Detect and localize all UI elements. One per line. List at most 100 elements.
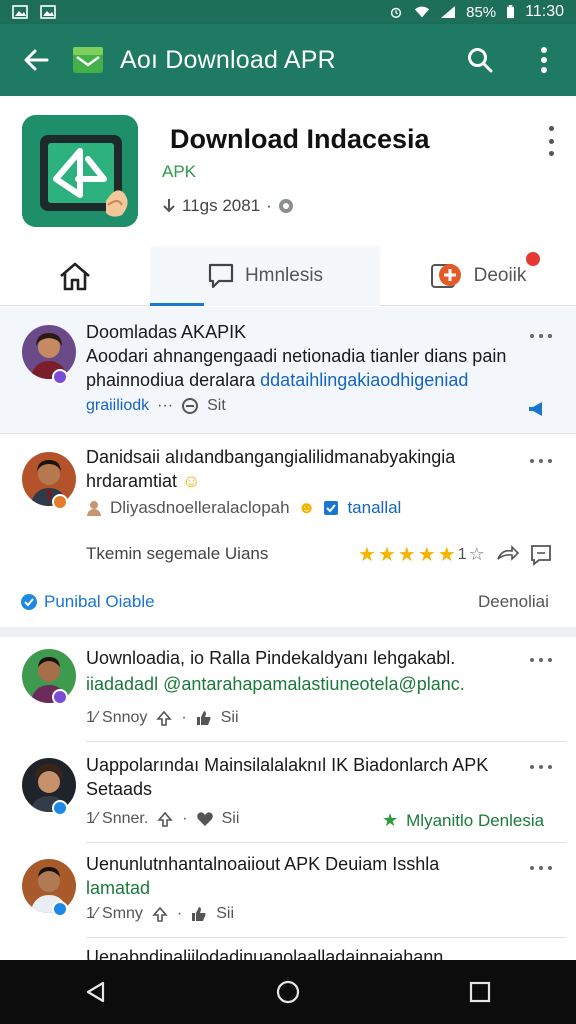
avatar[interactable]	[22, 325, 76, 379]
app-meta-text: 11gs 2081	[182, 196, 261, 215]
post-body: Aoodari ahnangengaadi netionadia tianler…	[86, 346, 507, 366]
back-button[interactable]	[0, 24, 72, 96]
tab-active-indicator	[150, 303, 204, 306]
action-label[interactable]: Sii	[221, 709, 239, 727]
post-title: Uappolarındaı Mainsilalalaknıl IK Biadon…	[86, 755, 489, 775]
author-name[interactable]: 1⁄ Snnoy	[86, 709, 147, 727]
tab-download[interactable]: Deoiik	[380, 246, 576, 306]
post-title-continued: lamatad	[86, 878, 151, 898]
post-tag-label: Mlyanitlo Denlesia	[406, 810, 545, 830]
post-options-button[interactable]	[530, 865, 552, 871]
share-arrow-icon[interactable]	[496, 545, 520, 563]
circle-home-icon	[276, 980, 300, 1004]
post-title: Doomladas AKAPIK	[86, 322, 247, 342]
app-header: Download Indacesia APK 11gs 2081 ·	[0, 96, 576, 246]
post-actions: 1⁄ Snner. · Sii	[86, 810, 239, 828]
thumbs-up-icon[interactable]	[195, 709, 213, 727]
post-meta: graiiliodk ··· Sit	[86, 397, 226, 415]
post-title-line2: hrdaramtiat ☺	[86, 470, 516, 493]
post-body: Dliyasdnoelleralaclopah	[110, 498, 290, 517]
star-filled-icon: ★	[377, 544, 396, 566]
star-filled-icon: ★	[397, 544, 416, 566]
post-link-tail[interactable]: graiiliodk	[86, 397, 149, 415]
verified-badge-icon	[52, 901, 68, 917]
system-navigation-bar	[0, 960, 576, 1024]
section-separator	[0, 627, 576, 637]
app-options-button[interactable]	[546, 126, 556, 156]
author-name[interactable]: 1⁄ Snner.	[86, 810, 148, 828]
alarm-icon	[391, 7, 402, 18]
app-meta: 11gs 2081 ·	[162, 196, 294, 216]
post-title: Uownloadia, io Ralla Pindekaldyanı lehga…	[86, 648, 456, 668]
nav-home-button[interactable]	[256, 960, 320, 1024]
search-button[interactable]	[448, 24, 512, 96]
post-tag[interactable]: ★ Mlyanitlo Denlesia	[382, 810, 544, 831]
tab-comments-label: Hmnlesis	[244, 265, 324, 286]
feed-item-1[interactable]: Doomladas AKAPIK Aoodari ahnangengaadi n…	[0, 307, 576, 433]
footer-right-link[interactable]: Deenoliai	[478, 592, 549, 612]
user-avatar-image	[22, 758, 76, 812]
avatar[interactable]	[22, 758, 76, 812]
status-badge-icon	[52, 494, 68, 510]
add-download-icon	[430, 264, 461, 288]
feed-item-2[interactable]: Danidsaii alıdandbangangialilidmanabyaki…	[0, 434, 576, 627]
star-green-icon: ★	[382, 810, 399, 830]
clock: 11:30	[525, 3, 564, 20]
wifi-icon	[414, 6, 430, 18]
avatar[interactable]	[22, 452, 76, 506]
post-options-button[interactable]	[530, 657, 552, 663]
feed-item-4[interactable]: Uappolarındaı Mainsilalalaknıl IK Biadon…	[0, 742, 576, 842]
ellipsis-icon: ···	[157, 397, 174, 414]
star-filled-icon: ★	[358, 544, 376, 566]
battery-percent: 85%	[466, 3, 497, 21]
grin-emoji-icon: ☻	[297, 498, 316, 517]
status-bar: 85% 11:30	[0, 0, 576, 24]
avatar[interactable]	[22, 859, 76, 913]
checkbox-icon[interactable]	[323, 500, 339, 516]
action-label[interactable]: Sii	[216, 905, 234, 923]
post-title: Danidsaii alıdandbangangialilidmanabyaki…	[86, 447, 456, 467]
footer-link-publish[interactable]: Punibal Oiable	[20, 592, 155, 612]
screen: 85% 11:30 Aoı Download APR Download Inda…	[0, 0, 576, 1024]
post-link[interactable]: ddataihlingakiaodhigeniad	[260, 370, 468, 390]
feed-item-3[interactable]: Uownloadia, io Ralla Pindekaldyanı lehga…	[0, 637, 576, 741]
tab-home[interactable]	[0, 246, 150, 306]
upvote-icon[interactable]	[156, 810, 174, 828]
ellipsis-icon: ·	[182, 810, 188, 827]
rating-stars[interactable]: ★ ★ ★ ★ ★ 1 ☆	[358, 542, 485, 567]
star-filled-icon: ★	[437, 544, 456, 566]
search-icon	[468, 48, 493, 73]
battery-icon	[507, 5, 515, 19]
overflow-menu-button[interactable]	[512, 24, 576, 96]
dot-icon	[548, 138, 554, 144]
app-icon[interactable]	[22, 115, 138, 227]
verified-check-icon	[21, 594, 37, 610]
ellipsis-icon: ·	[181, 709, 187, 726]
thumbs-up-icon[interactable]	[190, 905, 208, 923]
tab-comments[interactable]: Hmnlesis	[150, 246, 380, 306]
post-options-button[interactable]	[530, 458, 552, 464]
user-avatar-image	[22, 452, 76, 506]
upvote-icon[interactable]	[151, 905, 169, 923]
post-body-line: phainnodiua deralara ddataihlingakiaodhi…	[86, 369, 556, 392]
post-email-link[interactable]: iiadadadl @antarahapamalastiuneotela@pla…	[86, 673, 556, 696]
post-meta: Dliyasdnoelleralaclopah ☻ tanallal	[86, 498, 401, 518]
back-arrow-icon	[24, 49, 49, 71]
post-options-button[interactable]	[530, 333, 552, 339]
post-actions: 1⁄ Smny · Sii	[86, 905, 234, 923]
feed-item-6[interactable]: Uenabndinaliilodadinuanolaalladainnaiaha…	[0, 938, 576, 960]
repost-icon[interactable]	[181, 397, 199, 415]
comment-icon[interactable]	[530, 544, 552, 566]
feed-item-5[interactable]: Uenunlutnhantalnoaiiout APK Deuiam Isshl…	[0, 843, 576, 937]
tab-download-label: Deoiik	[473, 265, 527, 286]
post-tag[interactable]: tanallal	[347, 498, 401, 518]
upvote-icon[interactable]	[155, 709, 173, 727]
nav-back-button[interactable]	[64, 960, 128, 1024]
nav-recents-button[interactable]	[448, 960, 512, 1024]
image-notification-icon	[12, 5, 28, 19]
action-label[interactable]: Sii	[222, 810, 240, 828]
megaphone-icon[interactable]	[528, 401, 546, 417]
heart-icon[interactable]	[196, 810, 214, 828]
author-name[interactable]: 1⁄ Smny	[86, 905, 143, 923]
post-options-button[interactable]	[530, 764, 552, 770]
